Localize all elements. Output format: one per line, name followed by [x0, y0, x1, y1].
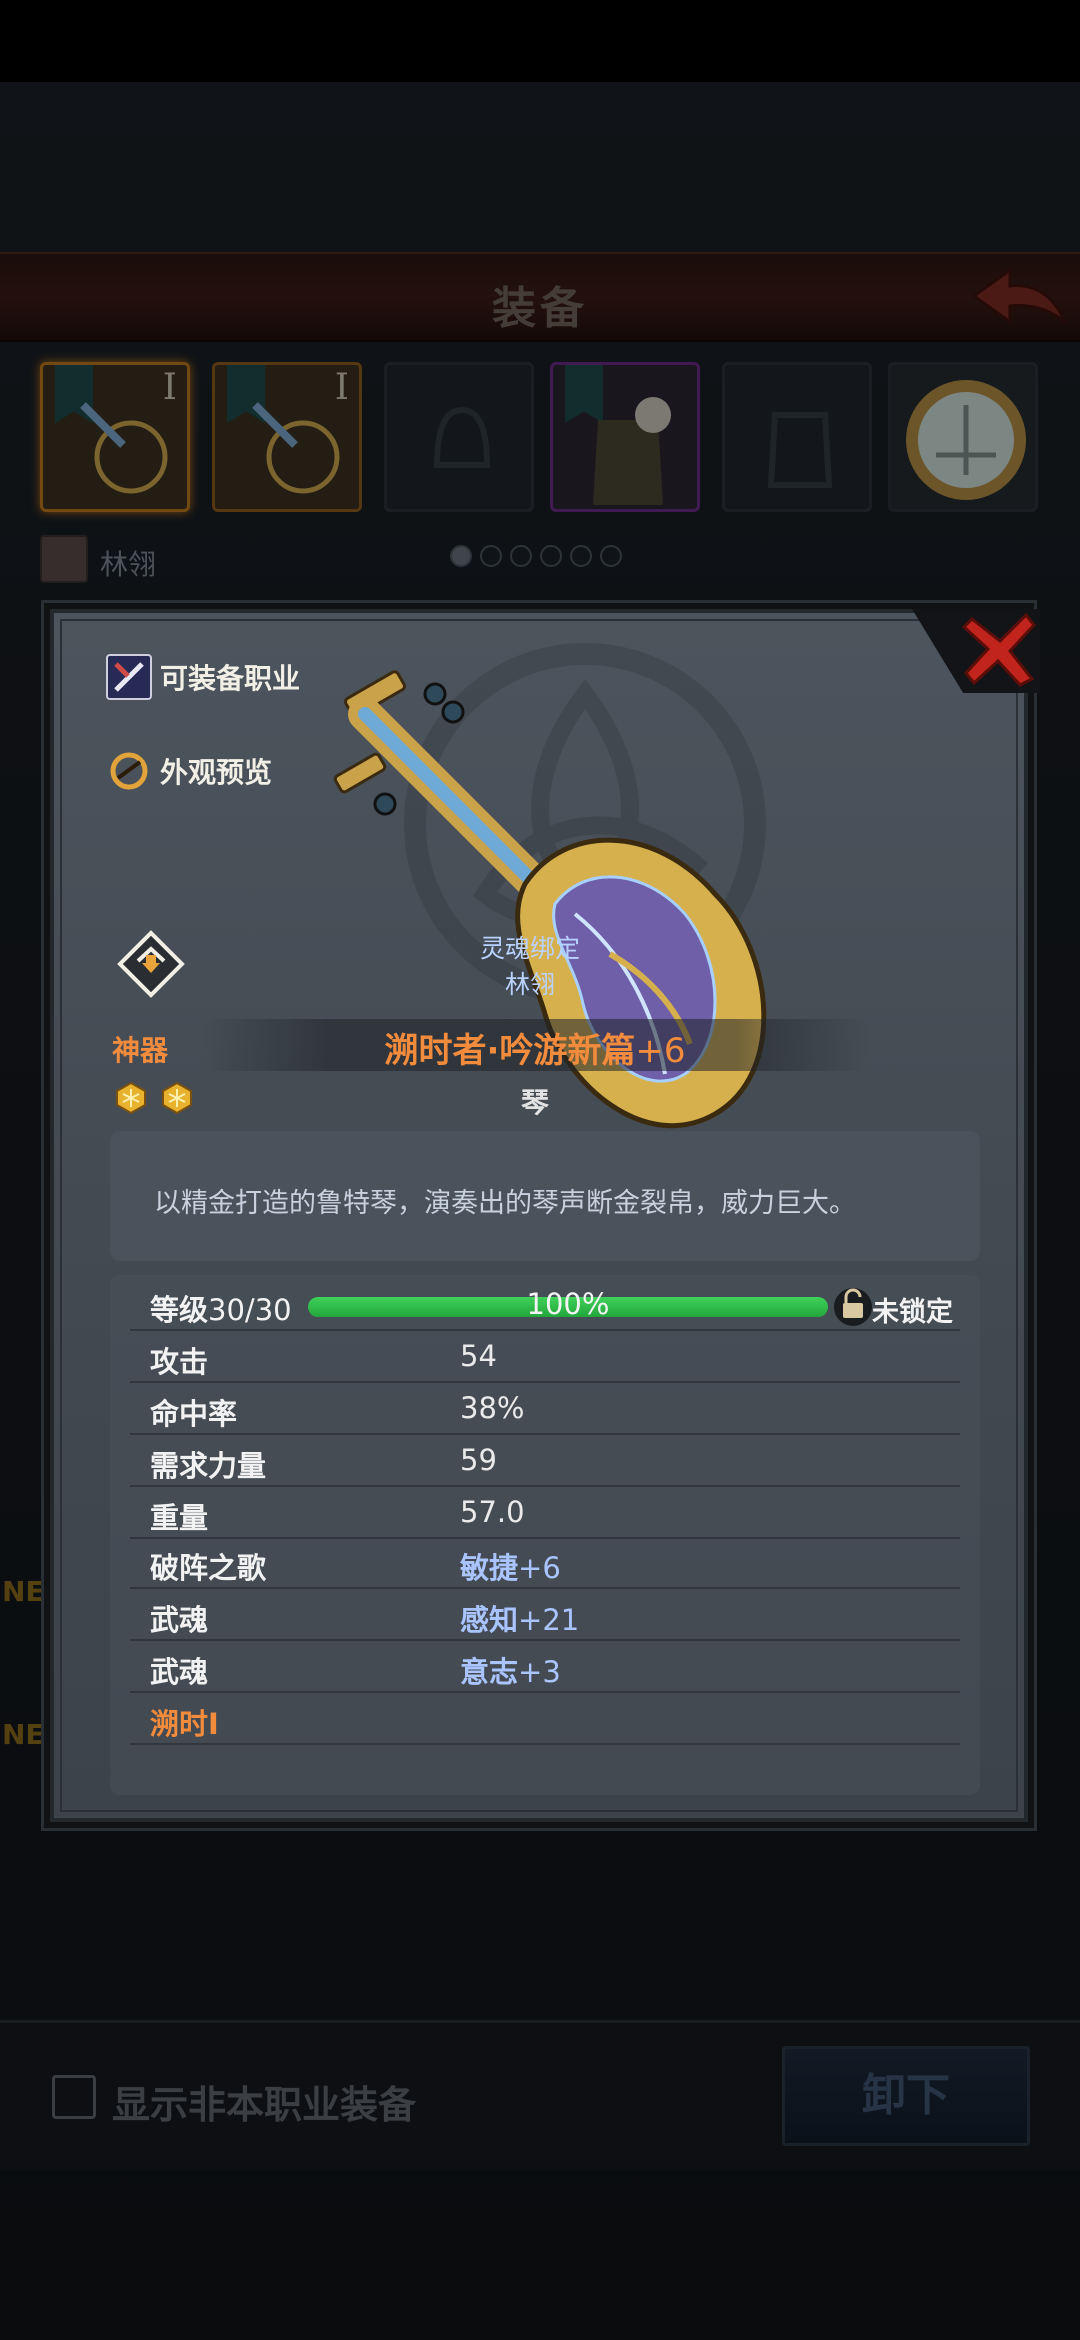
preview-icon — [106, 748, 152, 794]
stat-value: 54 — [460, 1339, 497, 1373]
rarity-label: 神器 — [112, 1034, 169, 1067]
class-icon — [106, 654, 152, 700]
bonus-stat-value: 感知+21 — [460, 1603, 580, 1637]
item-description: 以精金打造的鲁特琴，演奏出的琴声断金裂帛，威力巨大。 — [154, 1188, 856, 1219]
level-value: 30/30 — [208, 1293, 292, 1327]
gold-hex-star-icon — [116, 1081, 146, 1115]
upgrade-icon[interactable] — [116, 929, 186, 999]
stats-box: 等级30/30 100% 未锁定 攻击 54 命中率 38% 需求力量 59 重… — [110, 1275, 980, 1795]
stat-row: 攻击 54 — [130, 1331, 960, 1383]
stat-value: 59 — [460, 1443, 497, 1477]
stat-row: 需求力量 59 — [130, 1435, 960, 1487]
soul-bind-owner: 林翎 — [504, 970, 555, 999]
bonus-stat-key: 武魂 — [150, 1655, 209, 1689]
stat-row: 命中率 38% — [130, 1383, 960, 1435]
lock-icon[interactable] — [832, 1283, 874, 1327]
soul-bind-info: 灵魂绑定 林翎 — [410, 931, 650, 1003]
lock-status: 未锁定 — [872, 1297, 953, 1328]
star-rating — [114, 1081, 194, 1115]
bonus-stat-key: 武魂 — [150, 1603, 209, 1637]
status-bar-area — [0, 0, 1080, 82]
level-row: 等级30/30 100% 未锁定 — [130, 1279, 960, 1331]
bonus-stat-value: 敏捷+6 — [460, 1551, 561, 1585]
stat-key: 命中率 — [150, 1397, 238, 1431]
appearance-preview-label: 外观预览 — [160, 756, 273, 789]
gold-hex-star-icon — [162, 1081, 192, 1115]
level-label: 等级30/30 — [150, 1293, 292, 1327]
stat-row: 重量 57.0 — [130, 1487, 960, 1539]
item-name-text: 溯时者·吟游新篇 — [384, 1031, 636, 1071]
item-detail-modal: 可装备职业 外观预览 灵魂绑定 林翎 神器 溯时者·吟游新篇+6 琴 以精金打造… — [44, 603, 1040, 1828]
description-box: 以精金打造的鲁特琴，演奏出的琴声断金裂帛，威力巨大。 — [110, 1131, 980, 1261]
set-effect-label: 溯时I — [150, 1707, 219, 1741]
equippable-class-label: 可装备职业 — [160, 662, 301, 695]
stat-value: 57.0 — [460, 1495, 525, 1529]
bonus-stat-row: 武魂 感知+21 — [130, 1589, 960, 1641]
level-progress-text: 100% — [526, 1287, 610, 1321]
set-effect-row: 溯时I — [130, 1693, 960, 1745]
appearance-preview-button[interactable]: 外观预览 — [106, 745, 272, 797]
stat-key: 需求力量 — [150, 1449, 267, 1483]
equippable-class-button[interactable]: 可装备职业 — [106, 651, 300, 703]
enhance-level: +6 — [635, 1031, 686, 1071]
stat-key: 重量 — [150, 1501, 209, 1535]
bonus-stat-row: 破阵之歌 敏捷+6 — [130, 1537, 960, 1589]
soul-bind-label: 灵魂绑定 — [479, 934, 580, 963]
item-name: 溯时者·吟游新篇+6 — [200, 1023, 870, 1072]
bonus-stat-key: 破阵之歌 — [150, 1551, 267, 1585]
stat-value: 38% — [460, 1391, 525, 1425]
bonus-stat-row: 武魂 意志+3 — [130, 1641, 960, 1693]
close-icon[interactable] — [960, 609, 1040, 689]
bonus-stat-value: 意志+3 — [460, 1655, 561, 1689]
item-type: 琴 — [520, 1086, 549, 1119]
stat-key: 攻击 — [150, 1345, 209, 1379]
